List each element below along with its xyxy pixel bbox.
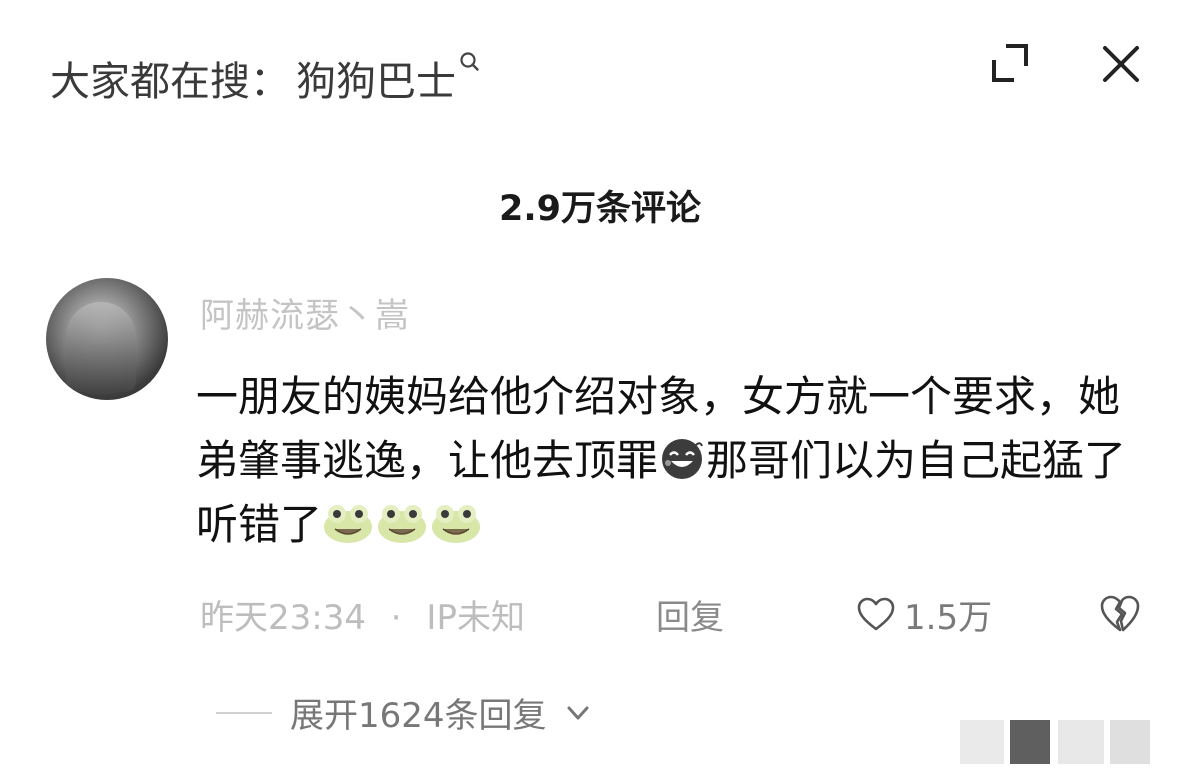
expand-replies-label: 展开1624条回复 [290, 696, 547, 736]
frog-emoji [432, 505, 481, 543]
comment-timestamp: 昨天23:34 [200, 598, 366, 638]
comment-time-location: 昨天23:34 · IP未知 [200, 590, 525, 639]
top-bar: 大家都在搜： 狗狗巴士 [0, 0, 1200, 150]
divider-line [216, 711, 272, 714]
laugh-cry-emoji [662, 439, 703, 479]
watermark-block [1010, 720, 1050, 764]
comment-username[interactable]: 阿赫流瑟丶嵩 [200, 288, 410, 337]
comments-count-title: 2.9万条评论 [498, 189, 701, 229]
chevron-down-icon [567, 706, 589, 719]
expand-replies-button[interactable]: 展开1624条回复 [216, 688, 591, 737]
reply-button[interactable]: 回复 [656, 590, 724, 639]
comment-item: 阿赫流瑟丶嵩 一朋友的姨妈给他介绍对象，女方就一个要求，她弟肇事逃逸，让他去顶罪… [0, 270, 1200, 736]
watermark-block [1058, 720, 1104, 764]
trending-search-hint[interactable]: 大家都在搜： 狗狗巴士 [50, 48, 480, 108]
heart-icon [857, 597, 895, 630]
ip-location: IP未知 [426, 598, 525, 638]
expand-icon[interactable] [986, 40, 1034, 88]
close-icon[interactable] [1097, 40, 1145, 88]
watermark-block [960, 720, 1004, 764]
search-hint-prefix: 大家都在搜： [50, 59, 290, 105]
avatar[interactable] [46, 278, 168, 400]
search-hint-query[interactable]: 狗狗巴士 [296, 49, 456, 107]
like-count: 1.5万 [904, 598, 993, 638]
search-icon [460, 52, 479, 71]
frog-emoji [324, 505, 373, 543]
comment-text: 一朋友的姨妈给他介绍对象，女方就一个要求，她弟肇事逃逸，让他去顶罪 那哥们以为自… [196, 365, 1146, 557]
broken-heart-icon[interactable] [1098, 592, 1142, 636]
frog-emoji [378, 505, 427, 543]
like-button[interactable]: 1.5万 [856, 590, 992, 639]
watermark-block [1110, 720, 1150, 764]
comment-meta: 昨天23:34 · IP未知 回复 1.5万 [196, 590, 1176, 642]
meta-separator: · [390, 598, 402, 638]
